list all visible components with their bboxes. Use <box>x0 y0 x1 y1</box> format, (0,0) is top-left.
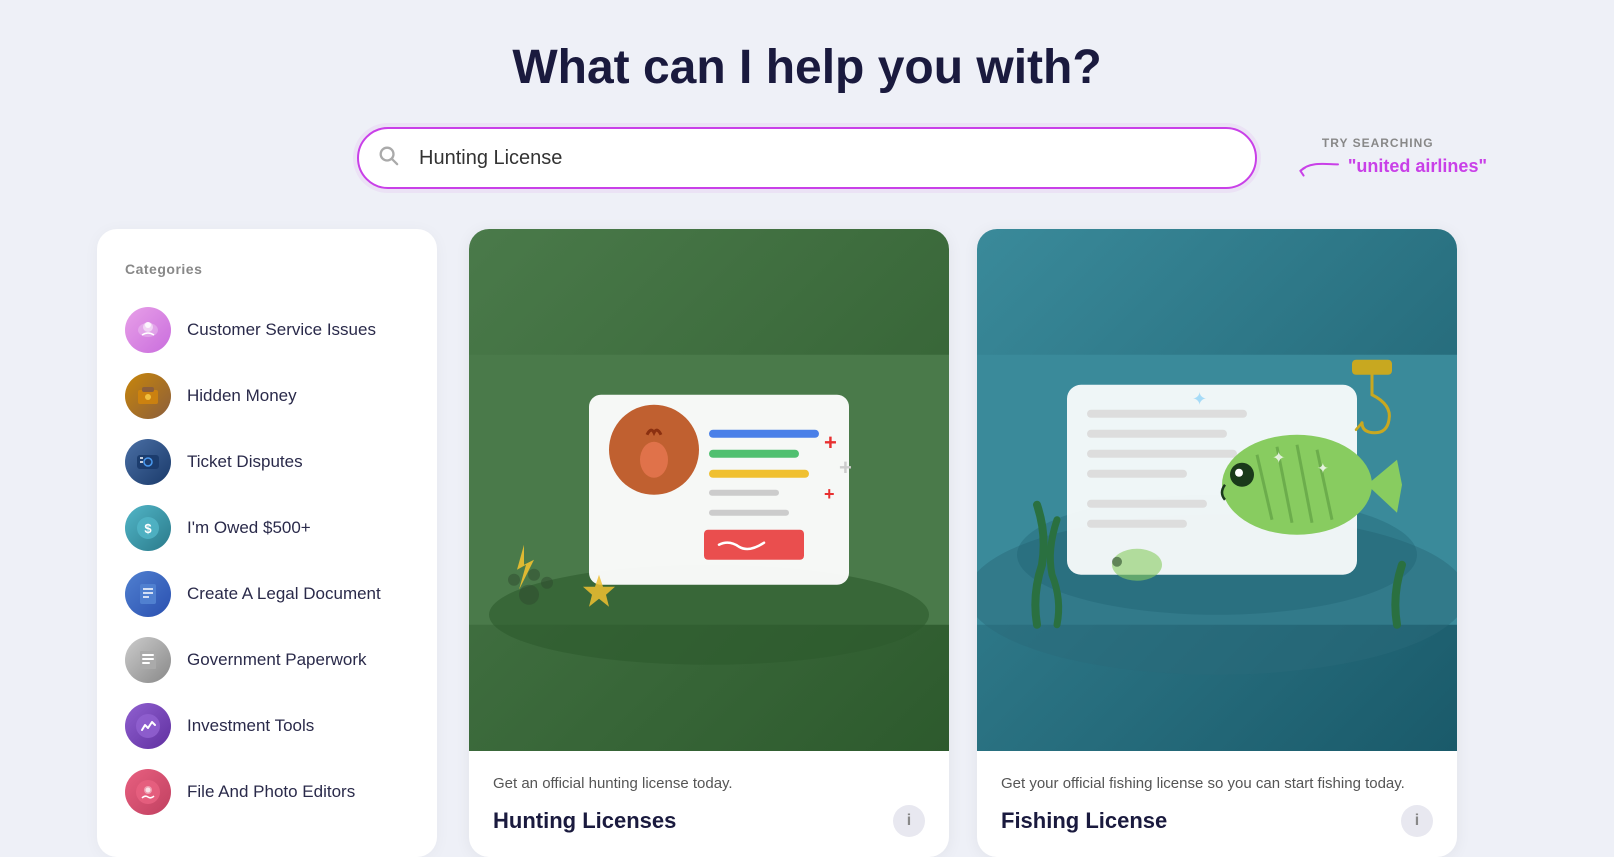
fishing-illustration: ✦ ✦ ✦ <box>977 229 1457 751</box>
card-body-fishing: Get your official fishing license so you… <box>977 751 1457 857</box>
try-searching-hint: TRY SEARCHING "united airlines" <box>1294 136 1487 180</box>
card-footer-hunting: Hunting Licenses i <box>493 805 925 837</box>
cards-container: + + + Get an official hunting license to… <box>469 229 1517 857</box>
sidebar: Categories Customer Service Issues <box>97 229 437 857</box>
search-input[interactable] <box>357 127 1257 189</box>
categories-heading: Categories <box>125 261 409 277</box>
sidebar-item-gov-paperwork[interactable]: Government Paperwork <box>125 627 409 693</box>
info-button-hunting[interactable]: i <box>893 805 925 837</box>
sidebar-label-gov-paperwork: Government Paperwork <box>187 650 367 670</box>
info-button-fishing[interactable]: i <box>1401 805 1433 837</box>
category-icon-hidden-money <box>125 373 171 419</box>
sidebar-label-investment-tools: Investment Tools <box>187 716 314 736</box>
card-image-fishing: ✦ ✦ ✦ <box>977 229 1457 751</box>
sidebar-label-customer-service: Customer Service Issues <box>187 320 376 340</box>
sidebar-item-photo-editors[interactable]: File And Photo Editors <box>125 759 409 825</box>
sidebar-label-hidden-money: Hidden Money <box>187 386 297 406</box>
category-icon-legal-document <box>125 571 171 617</box>
content-row: Categories Customer Service Issues <box>57 229 1557 857</box>
card-title-fishing: Fishing License <box>1001 808 1167 834</box>
search-row: TRY SEARCHING "united airlines" <box>357 127 1257 189</box>
card-hunting-license[interactable]: + + + Get an official hunting license to… <box>469 229 949 857</box>
hunting-illustration: + + + <box>469 229 949 751</box>
card-image-hunting: + + + <box>469 229 949 751</box>
sidebar-label-photo-editors: File And Photo Editors <box>187 782 355 802</box>
search-icon <box>377 144 399 172</box>
category-icon-photo-editors <box>125 769 171 815</box>
card-title-hunting: Hunting Licenses <box>493 808 676 834</box>
sidebar-item-ticket-disputes[interactable]: Ticket Disputes <box>125 429 409 495</box>
page-title: What can I help you with? <box>512 40 1101 95</box>
svg-text:+: + <box>824 430 837 455</box>
sidebar-item-hidden-money[interactable]: Hidden Money <box>125 363 409 429</box>
sidebar-item-owed-money[interactable]: $ I'm Owed $500+ <box>125 495 409 561</box>
svg-text:+: + <box>839 455 852 480</box>
sidebar-label-ticket-disputes: Ticket Disputes <box>187 452 303 472</box>
card-body-hunting: Get an official hunting license today. H… <box>469 751 949 857</box>
category-icon-investment-tools <box>125 703 171 749</box>
sidebar-label-legal-document: Create A Legal Document <box>187 584 381 604</box>
card-description-fishing: Get your official fishing license so you… <box>1001 773 1433 796</box>
try-searching-label: TRY SEARCHING <box>1322 136 1434 150</box>
category-icon-owed-money: $ <box>125 505 171 551</box>
try-searching-arrow-row: "united airlines" <box>1294 152 1487 180</box>
card-description-hunting: Get an official hunting license today. <box>493 773 925 796</box>
sidebar-item-customer-service[interactable]: Customer Service Issues <box>125 297 409 363</box>
category-icon-customer-service <box>125 307 171 353</box>
category-icon-ticket-disputes <box>125 439 171 485</box>
search-container <box>357 127 1257 189</box>
svg-text:+: + <box>824 484 835 504</box>
card-footer-fishing: Fishing License i <box>1001 805 1433 837</box>
try-searching-example: "united airlines" <box>1348 156 1487 177</box>
card-fishing-license[interactable]: ✦ ✦ ✦ Get your offic <box>977 229 1457 857</box>
svg-text:✦: ✦ <box>1317 460 1329 476</box>
sidebar-item-investment-tools[interactable]: Investment Tools <box>125 693 409 759</box>
sidebar-label-owed-money: I'm Owed $500+ <box>187 518 311 538</box>
sidebar-item-legal-document[interactable]: Create A Legal Document <box>125 561 409 627</box>
svg-text:$: $ <box>144 521 152 536</box>
category-icon-gov-paperwork <box>125 637 171 683</box>
svg-text:✦: ✦ <box>1192 389 1207 409</box>
svg-text:✦: ✦ <box>1272 450 1285 467</box>
arrow-icon <box>1294 152 1342 180</box>
